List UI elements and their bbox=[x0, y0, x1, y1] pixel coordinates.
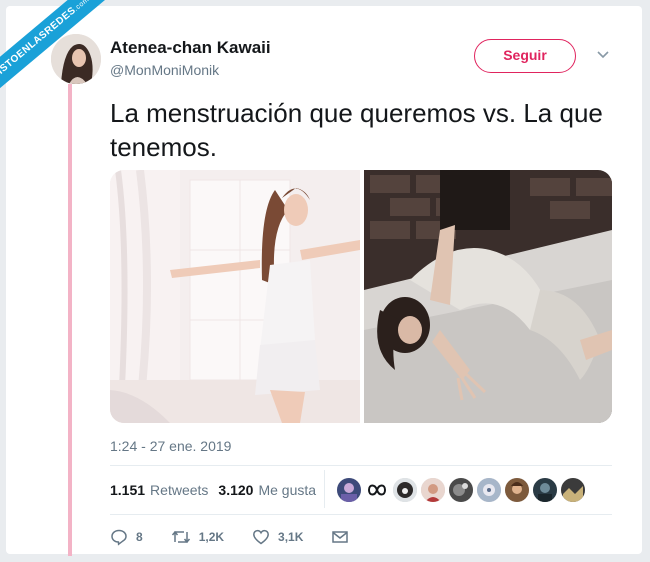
retweet-icon bbox=[171, 530, 190, 544]
thread-line bbox=[68, 84, 72, 556]
tweet-text: La menstruación que queremos vs. La que … bbox=[110, 98, 603, 162]
media-photo-right bbox=[364, 170, 612, 423]
tweet-actions: 8 1,2K 3,1K bbox=[110, 528, 385, 546]
like-button[interactable]: 3,1K bbox=[252, 528, 303, 546]
engagement-stats: 1.151 Retweets 3.120 Me gusta bbox=[110, 476, 326, 504]
liker-avatar[interactable] bbox=[393, 478, 417, 502]
message-button[interactable] bbox=[331, 528, 357, 546]
author-handle[interactable]: @MonMoniMonik bbox=[110, 62, 219, 78]
liker-avatar[interactable] bbox=[449, 478, 473, 502]
divider-top bbox=[110, 465, 612, 466]
retweet-button[interactable]: 1,2K bbox=[171, 528, 224, 546]
liker-avatar[interactable] bbox=[477, 478, 501, 502]
retweet-count: 1,2K bbox=[198, 530, 225, 544]
liker-avatar[interactable] bbox=[561, 478, 585, 502]
tweet-card: Atenea-chan Kawaii @MonMoniMonik Seguir … bbox=[6, 6, 642, 556]
like-count: 3,1K bbox=[278, 530, 304, 544]
divider-bottom bbox=[110, 514, 612, 515]
media-photo-left bbox=[110, 170, 360, 423]
likes-label: Me gusta bbox=[258, 482, 317, 498]
likes-count: 3.120 bbox=[218, 482, 254, 498]
retweets-label: Retweets bbox=[150, 482, 209, 498]
avatar[interactable] bbox=[51, 34, 101, 84]
chevron-down-icon[interactable] bbox=[596, 48, 610, 62]
watermark-suffix: .com bbox=[72, 0, 91, 13]
reply-count: 8 bbox=[136, 530, 143, 544]
stats-separator bbox=[324, 470, 325, 508]
tweet-timestamp[interactable]: 1:24 - 27 ene. 2019 bbox=[110, 438, 231, 454]
author-name[interactable]: Atenea-chan Kawaii bbox=[110, 38, 271, 58]
likes-stat[interactable]: 3.120 Me gusta bbox=[218, 482, 316, 498]
retweets-stat[interactable]: 1.151 Retweets bbox=[110, 482, 208, 498]
follow-button[interactable]: Seguir bbox=[474, 39, 576, 73]
retweets-count: 1.151 bbox=[110, 482, 146, 498]
envelope-icon bbox=[332, 531, 349, 543]
liker-avatar[interactable] bbox=[421, 478, 445, 502]
liker-avatar[interactable] bbox=[365, 478, 389, 502]
liker-avatar[interactable] bbox=[533, 478, 557, 502]
reply-button[interactable]: 8 bbox=[110, 528, 143, 546]
heart-icon bbox=[253, 529, 269, 545]
liker-avatar[interactable] bbox=[337, 478, 361, 502]
liker-avatar[interactable] bbox=[505, 478, 529, 502]
tweet-media[interactable] bbox=[110, 170, 612, 423]
reply-icon bbox=[111, 529, 127, 546]
liker-avatars bbox=[337, 478, 585, 502]
